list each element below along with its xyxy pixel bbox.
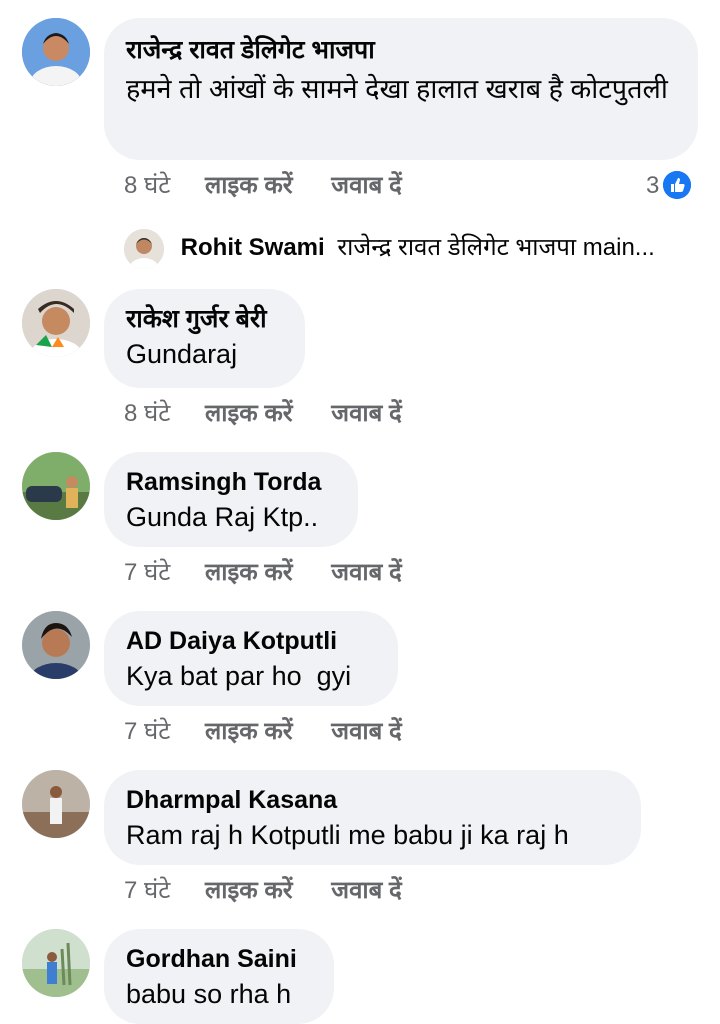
comment-bubble: Dharmpal Kasana Ram raj h Kotputli me ba… — [104, 770, 641, 865]
profile-photo-icon — [22, 929, 90, 997]
commenter-name[interactable]: राकेश गुर्जर बेरी — [126, 303, 283, 335]
comment-actions: 7 घंटे लाइक करें जवाब दें — [124, 712, 402, 752]
comment-text: Kya bat par ho gyi — [126, 661, 352, 691]
comment-bubble: राजेन्द्र रावत डेलिगेट भाजपा हमने तो आंख… — [104, 18, 698, 160]
reply-button[interactable]: जवाब दें — [331, 394, 401, 434]
profile-photo-icon — [22, 18, 90, 86]
commenter-name[interactable]: AD Daiya Kotputli — [126, 625, 376, 657]
commenter-name[interactable]: Gordhan Saini — [126, 943, 312, 975]
comment-text: Ram raj h Kotputli me babu ji ka raj h — [126, 820, 569, 850]
comment-actions: 8 घंटे लाइक करें जवाब दें — [124, 394, 402, 434]
reply-preview-text: राजेन्द्र रावत डेलिगेट भाजपा main... — [337, 234, 655, 261]
like-button[interactable]: लाइक करें — [205, 871, 293, 911]
avatar — [124, 228, 164, 269]
like-button[interactable]: लाइक करें — [205, 166, 293, 206]
avatar[interactable] — [22, 452, 90, 520]
avatar[interactable] — [22, 18, 90, 86]
comment-bubble: राकेश गुर्जर बेरी Gundaraj — [104, 289, 305, 388]
commenter-name[interactable]: Dharmpal Kasana — [126, 784, 619, 816]
profile-photo-icon — [22, 611, 90, 679]
comment-bubble: Ramsingh Torda Gunda Raj Ktp.. — [104, 452, 358, 547]
reply-author-name[interactable]: Rohit Swami — [181, 234, 325, 261]
comment-actions: 7 घंटे लाइक करें जवाब दें — [124, 871, 402, 911]
reply-button[interactable]: जवाब दें — [331, 166, 401, 206]
reaction-count-value: 3 — [646, 172, 660, 199]
comment-actions: 8 घंटे लाइक करें जवाब दें — [124, 166, 402, 206]
profile-photo-icon — [22, 289, 90, 357]
reply-button[interactable]: जवाब दें — [331, 712, 401, 752]
profile-photo-icon — [124, 228, 164, 269]
reply-button[interactable]: जवाब दें — [331, 553, 401, 593]
comment-time[interactable]: 7 घंटे — [124, 871, 170, 911]
comment-text: हमने तो आंखों के सामने देखा हालात खराब ह… — [126, 74, 668, 104]
like-button[interactable]: लाइक करें — [205, 394, 293, 434]
reply-button[interactable]: जवाब दें — [331, 871, 401, 911]
comment-time[interactable]: 8 घंटे — [124, 166, 170, 206]
comment-bubble: AD Daiya Kotputli Kya bat par ho gyi — [104, 611, 398, 706]
profile-photo-icon — [22, 452, 90, 520]
thumbs-up-icon — [663, 170, 692, 199]
comment-time[interactable]: 8 घंटे — [124, 394, 170, 434]
comment-text: Gunda Raj Ktp.. — [126, 502, 319, 532]
commenter-name[interactable]: राजेन्द्र रावत डेलिगेट भाजपा — [126, 34, 676, 66]
comment-time[interactable]: 7 घंटे — [124, 553, 170, 593]
like-button[interactable]: लाइक करें — [205, 712, 293, 752]
avatar[interactable] — [22, 611, 90, 679]
comment-text: babu so rha h — [126, 979, 292, 1009]
commenter-name[interactable]: Ramsingh Torda — [126, 466, 336, 498]
avatar[interactable] — [22, 289, 90, 357]
reply-preview[interactable]: Rohit Swami राजेन्द्र रावत डेलिगेट भाजपा… — [124, 228, 655, 269]
comment-text: Gundaraj — [126, 339, 238, 369]
reaction-count[interactable]: 3 — [646, 170, 692, 202]
comment-actions: 7 घंटे लाइक करें जवाब दें — [124, 553, 402, 593]
profile-photo-icon — [22, 770, 90, 838]
like-button[interactable]: लाइक करें — [205, 553, 293, 593]
comment-time[interactable]: 7 घंटे — [124, 712, 170, 752]
avatar[interactable] — [22, 770, 90, 838]
comment-bubble: Gordhan Saini babu so rha h — [104, 929, 334, 1024]
avatar[interactable] — [22, 929, 90, 997]
